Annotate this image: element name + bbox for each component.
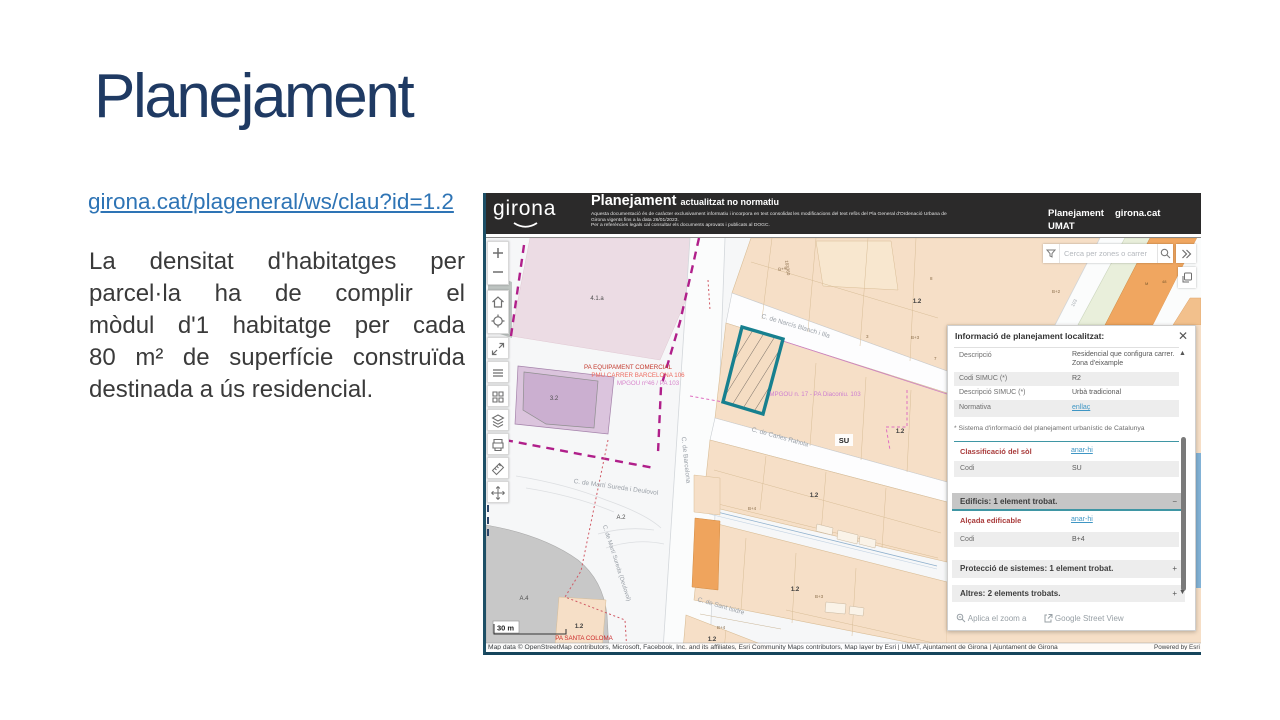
svg-text:3.2: 3.2: [550, 396, 559, 402]
svg-text:A.2: A.2: [616, 515, 626, 521]
svg-text:1.2: 1.2: [791, 587, 800, 593]
svg-text:1.2: 1.2: [896, 429, 905, 435]
svg-text:MPGOU n. 17 - PA Diaconiu. 103: MPGOU n. 17 - PA Diaconiu. 103: [769, 391, 861, 398]
svg-text:MPGOU nº46 / PA 103: MPGOU nº46 / PA 103: [617, 380, 680, 387]
svg-text:1.2: 1.2: [810, 493, 819, 499]
svg-text:SU: SU: [839, 436, 849, 445]
svg-text:1.2: 1.2: [575, 624, 584, 630]
svg-text:30 m: 30 m: [497, 624, 514, 633]
svg-text:M: M: [1145, 281, 1148, 286]
svg-text:B+3: B+3: [911, 335, 920, 340]
svg-text:1.2: 1.2: [708, 637, 717, 643]
svg-text:Map data © OpenStreetMap contr: Map data © OpenStreetMap contributors, M…: [488, 643, 1058, 650]
svg-text:PMU CARRER BARCELONA 106: PMU CARRER BARCELONA 106: [591, 372, 685, 379]
svg-text:4.1.a: 4.1.a: [590, 296, 604, 302]
svg-text:B+3: B+3: [815, 594, 824, 599]
svg-text:A.4: A.4: [519, 596, 529, 602]
svg-text:PA EQUIPAMENT COMERCIAL: PA EQUIPAMENT COMERCIAL: [584, 364, 673, 371]
svg-text:48: 48: [1162, 279, 1167, 284]
svg-text:B+4: B+4: [748, 506, 757, 511]
svg-text:B+4: B+4: [717, 625, 726, 630]
svg-text:Powered by Esri: Powered by Esri: [1154, 644, 1200, 650]
svg-text:B+2: B+2: [1052, 289, 1061, 294]
svg-text:PA SANTA COLOMA: PA SANTA COLOMA: [555, 635, 613, 642]
svg-text:1.2: 1.2: [913, 299, 922, 305]
